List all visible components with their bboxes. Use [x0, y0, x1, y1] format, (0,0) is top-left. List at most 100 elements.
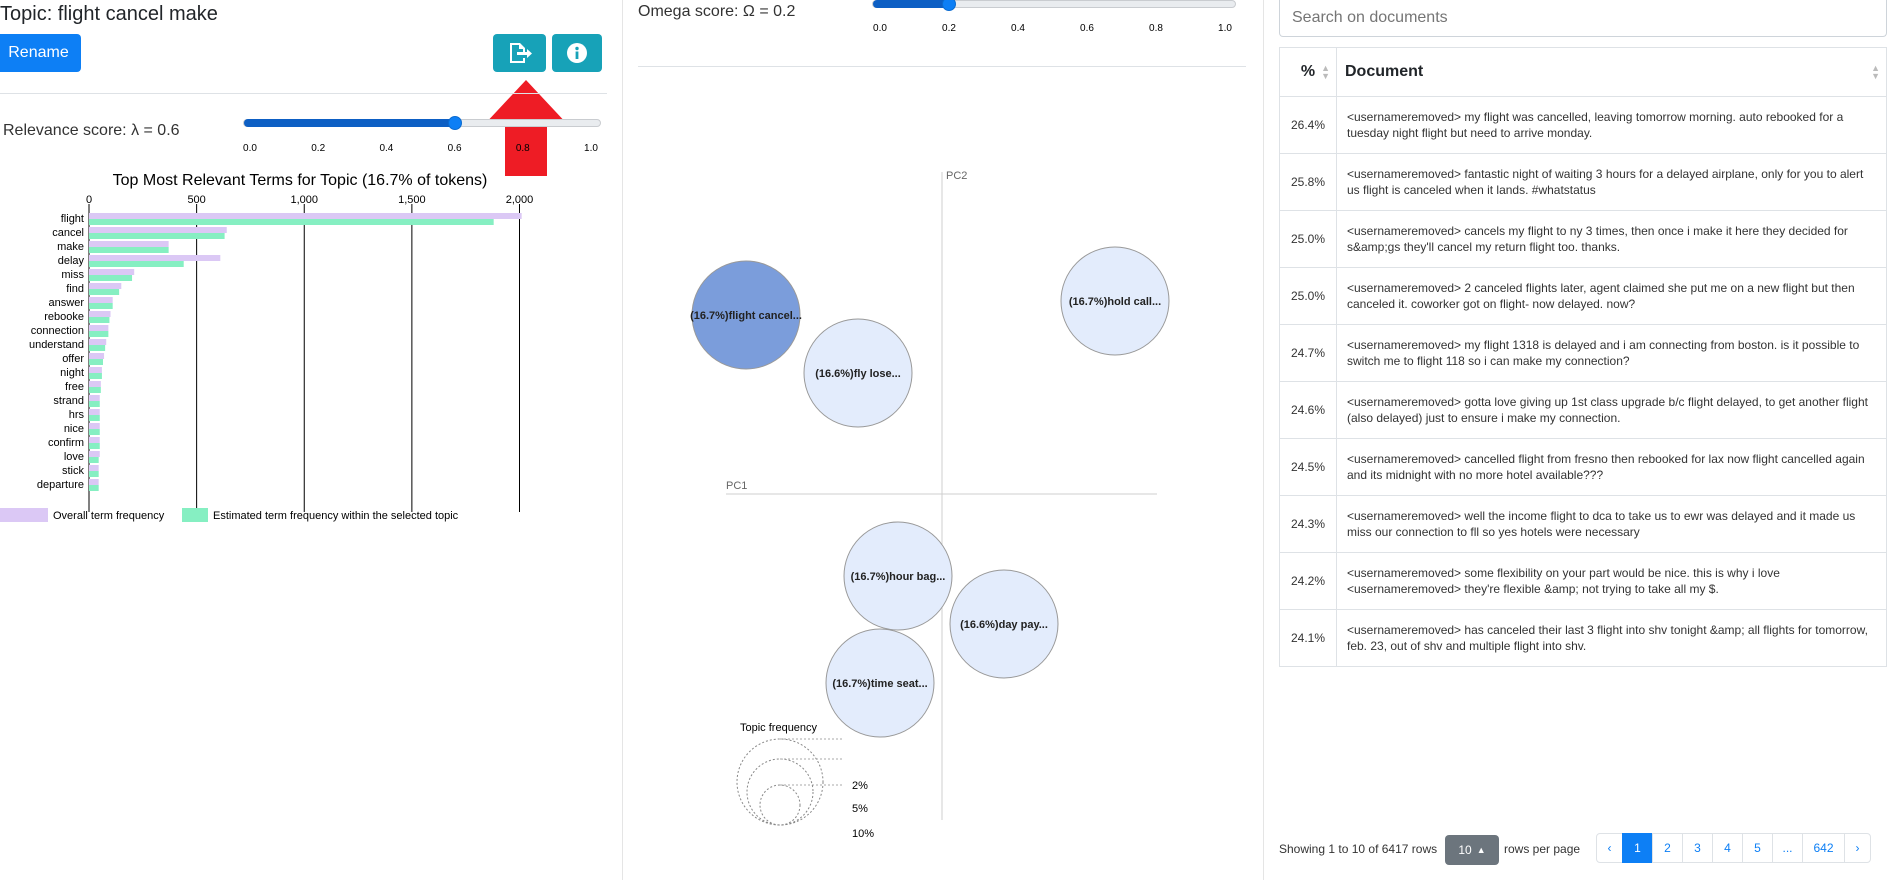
topic-label: (16.7%)hour bag... [851, 571, 946, 583]
page-size-value: 10 [1458, 843, 1472, 857]
topic-bubble[interactable]: (16.7%)time seat... [825, 628, 935, 738]
term-label: night [60, 367, 84, 379]
row-document-text: <usernameremoved> fantastic night of wai… [1336, 153, 1887, 211]
row-percentage: 25.0% [1279, 267, 1337, 325]
bar-topic [89, 247, 169, 253]
row-document-text: <usernameremoved> my flight was cancelle… [1336, 96, 1887, 154]
topic-label: (16.7%)hold call... [1069, 296, 1161, 308]
topic-bubble[interactable]: (16.7%)hold call... [1060, 246, 1170, 356]
relevance-tick: 0.2 [311, 143, 326, 154]
frequency-label: 10% [852, 828, 874, 840]
table-row[interactable]: 24.6% <usernameremoved> gotta love giving… [1279, 381, 1887, 439]
term-label: free [65, 381, 84, 393]
page-size-select[interactable]: 10 ▲ [1445, 835, 1499, 865]
term-label: confirm [48, 437, 84, 449]
bar-topic [89, 429, 100, 435]
pc2-label: PC2 [946, 170, 967, 182]
bar-topic [89, 457, 99, 463]
bar-overall [89, 311, 111, 317]
bar-topic [89, 471, 99, 477]
bar-topic [89, 415, 100, 421]
legend-label-topic: Estimated term frequency within the sele… [213, 510, 459, 522]
bar-overall [89, 283, 122, 289]
omega-tick: 0.0 [873, 23, 887, 34]
term-label: make [57, 241, 84, 253]
middle-divider [638, 66, 1246, 67]
bar-overall [89, 409, 100, 415]
pc1-label: PC1 [726, 480, 747, 492]
term-label: offer [62, 353, 84, 365]
topic-bubble[interactable]: (16.7%)hour bag... [843, 521, 953, 631]
bar-overall [89, 423, 100, 429]
topic-title: Topic: flight cancel make [0, 3, 218, 25]
pagination-info: Showing 1 to 10 of 6417 rows [1279, 842, 1438, 856]
term-label: answer [49, 297, 85, 309]
bar-topic [89, 219, 494, 225]
info-button[interactable] [552, 34, 602, 72]
page-next-button[interactable]: › [1844, 833, 1871, 863]
term-label: nice [64, 423, 84, 435]
document-search-input[interactable] [1279, 0, 1887, 37]
row-percentage: 24.7% [1279, 324, 1337, 382]
bar-topic [89, 303, 113, 309]
page-button[interactable]: 642 [1802, 833, 1845, 863]
row-document-text: <usernameremoved> my flight 1318 is dela… [1336, 324, 1887, 382]
table-row[interactable]: 26.4% <usernameremoved> my flight was can… [1279, 96, 1887, 154]
table-row[interactable]: 24.5% <usernameremoved> cancelled flight … [1279, 438, 1887, 496]
term-label: delay [58, 255, 85, 267]
term-label: rebooke [44, 311, 84, 323]
topic-frequency-title: Topic frequency [740, 722, 818, 734]
topic-bubble[interactable]: (16.6%)day pay... [949, 569, 1059, 679]
table-row[interactable]: 24.2% <usernameremoved> some flexibility … [1279, 552, 1887, 610]
left-divider [0, 93, 607, 94]
frequency-circle [746, 758, 814, 826]
relevance-tick: 0.0 [243, 143, 257, 154]
export-button[interactable] [493, 34, 546, 72]
omega-tick: 0.2 [942, 23, 956, 34]
omega-slider-knob[interactable] [942, 0, 956, 11]
page-button[interactable]: 4 [1712, 833, 1743, 863]
page-button[interactable]: 5 [1742, 833, 1773, 863]
topic-label: (16.6%)fly lose... [815, 368, 901, 380]
bar-topic [89, 345, 106, 351]
pct-column-header[interactable]: % ▲ ▼ [1279, 47, 1337, 97]
bar-overall [89, 367, 102, 373]
table-row[interactable]: 25.0% <usernameremoved> cancels my flight… [1279, 210, 1887, 268]
bar-topic [89, 289, 120, 295]
table-row[interactable]: 25.0% <usernameremoved> 2 canceled flight… [1279, 267, 1887, 325]
bar-overall [89, 227, 227, 233]
term-label: cancel [52, 227, 84, 239]
omega-tick: 1.0 [1218, 23, 1232, 34]
page-prev-button[interactable]: ‹ [1596, 833, 1623, 863]
table-row[interactable]: 25.8% <usernameremoved> fantastic night o… [1279, 153, 1887, 211]
term-label: stick [62, 465, 85, 477]
legend-swatch-overall [0, 508, 48, 522]
relevance-slider-knob[interactable] [447, 116, 462, 130]
table-row[interactable]: 24.7% <usernameremoved> my flight 1318 is… [1279, 324, 1887, 382]
x-tick-label: 1,500 [398, 194, 426, 206]
table-row[interactable]: 24.3% <usernameremoved> well the income f… [1279, 495, 1887, 553]
x-tick-label: 500 [187, 194, 205, 206]
bar-topic [89, 387, 101, 393]
frequency-circle [759, 784, 801, 826]
topic-bubble[interactable]: (16.7%)flight cancel... [690, 260, 802, 370]
rename-button[interactable]: Rename [0, 34, 81, 72]
bar-overall [89, 479, 99, 485]
page-button[interactable]: 2 [1652, 833, 1683, 863]
page-button: ... [1772, 833, 1803, 863]
page-button[interactable]: 3 [1682, 833, 1713, 863]
omega-tick: 0.8 [1149, 23, 1163, 34]
page-button[interactable]: 1 [1622, 833, 1653, 863]
row-percentage: 25.8% [1279, 153, 1337, 211]
term-label: understand [29, 339, 84, 351]
omega-tick: 0.6 [1080, 23, 1094, 34]
table-row[interactable]: 24.1% <usernameremoved> has canceled thei… [1279, 609, 1887, 667]
document-column-header[interactable]: Document ▲ ▼ [1336, 47, 1887, 97]
bar-overall [89, 339, 107, 345]
bar-overall [89, 255, 221, 261]
bar-topic [89, 485, 99, 491]
bar-overall [89, 381, 101, 387]
relevance-tick: 0.8 [515, 143, 530, 154]
topic-bubble[interactable]: (16.6%)fly lose... [803, 318, 913, 428]
panel-separator-2 [1263, 0, 1264, 880]
